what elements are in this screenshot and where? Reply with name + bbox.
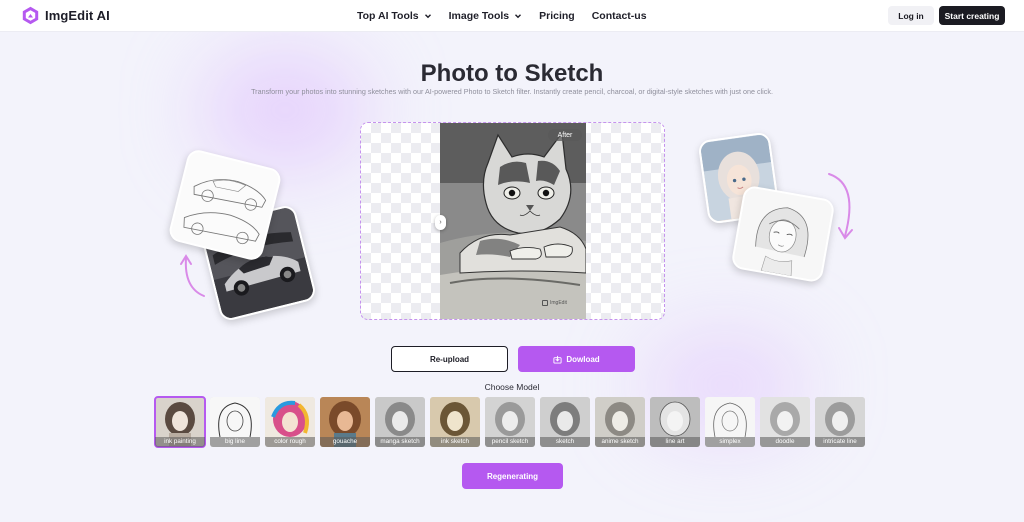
- download-icon: [553, 355, 562, 364]
- model-option-big-line[interactable]: big line: [210, 397, 260, 447]
- model-label: pencil sketch: [485, 437, 535, 447]
- regenerate-button[interactable]: Regenerating: [462, 463, 563, 489]
- model-label: ink sketch: [430, 437, 480, 447]
- login-button[interactable]: Log in: [888, 6, 934, 25]
- model-option-gouache[interactable]: gouache: [320, 397, 370, 447]
- menu-item-label: Pricing: [539, 10, 575, 22]
- chevron-down-icon: [424, 14, 431, 19]
- download-label: Dowload: [566, 354, 600, 364]
- menu-item-top-ai-tools[interactable]: Top AI Tools: [357, 10, 432, 22]
- model-label: doodle: [760, 437, 810, 447]
- top-nav: ImgEdit AI Top AI Tools Image Tools Pric…: [0, 0, 1024, 32]
- main-menu: Top AI Tools Image Tools Pricing Contact…: [357, 0, 647, 32]
- model-option-sketch[interactable]: sketch: [540, 397, 590, 447]
- model-label: big line: [210, 437, 260, 447]
- preview-compare-area[interactable]: After ImgEdit ›: [360, 122, 665, 320]
- model-label: simplex: [705, 437, 755, 447]
- menu-item-pricing[interactable]: Pricing: [539, 10, 575, 22]
- chevron-down-icon: [515, 14, 522, 19]
- model-list: ink painting big line color rough gouach…: [154, 396, 865, 448]
- model-label: anime sketch: [595, 437, 645, 447]
- choose-model-label: Choose Model: [484, 382, 540, 392]
- model-label: gouache: [320, 437, 370, 447]
- menu-item-contact-us[interactable]: Contact-us: [592, 10, 647, 22]
- page-title: Photo to Sketch: [420, 60, 604, 87]
- model-option-pencil-sketch[interactable]: pencil sketch: [485, 397, 535, 447]
- chevron-right-icon: ›: [439, 219, 442, 226]
- compare-slider-handle[interactable]: ›: [435, 215, 446, 230]
- model-label: color rough: [265, 437, 315, 447]
- model-option-color-rough[interactable]: color rough: [265, 397, 315, 447]
- model-label: manga sketch: [375, 437, 425, 447]
- logo-text: ImgEdit AI: [45, 8, 110, 23]
- result-image: [440, 123, 586, 319]
- curved-arrow-up-icon: [180, 254, 205, 297]
- logo[interactable]: ImgEdit AI: [22, 6, 110, 25]
- reupload-button[interactable]: Re-upload: [391, 346, 508, 372]
- curved-arrow-down-icon: [828, 173, 853, 240]
- download-button[interactable]: Dowload: [518, 346, 635, 372]
- model-label: ink painting: [155, 437, 205, 447]
- after-badge: After: [548, 129, 582, 141]
- model-label: intricate line: [815, 437, 865, 447]
- portrait-sketch-image: [732, 187, 834, 281]
- cat-sketch-image: [440, 123, 586, 319]
- model-label: sketch: [540, 437, 590, 447]
- model-option-manga-sketch[interactable]: manga sketch: [375, 397, 425, 447]
- model-option-ink-sketch[interactable]: ink sketch: [430, 397, 480, 447]
- model-label: line art: [650, 437, 700, 447]
- car-sketch-image: [169, 150, 281, 260]
- portrait-sketch-sample: [730, 184, 836, 284]
- watermark-logo-icon: [542, 300, 548, 306]
- menu-item-label: Image Tools: [448, 10, 510, 22]
- menu-item-label: Top AI Tools: [357, 10, 419, 22]
- model-option-anime-sketch[interactable]: anime sketch: [595, 397, 645, 447]
- model-option-ink-painting[interactable]: ink painting: [154, 396, 206, 448]
- watermark: ImgEdit: [542, 300, 567, 306]
- model-option-line-art[interactable]: line art: [650, 397, 700, 447]
- page-subtitle: Transform your photos into stunning sket…: [251, 87, 773, 96]
- watermark-text: ImgEdit: [550, 300, 567, 306]
- model-option-doodle[interactable]: doodle: [760, 397, 810, 447]
- menu-item-label: Contact-us: [591, 10, 647, 22]
- model-option-intricate-line[interactable]: intricate line: [815, 397, 865, 447]
- model-option-simplex[interactable]: simplex: [705, 397, 755, 447]
- start-creating-button[interactable]: Start creating: [939, 6, 1005, 25]
- menu-item-image-tools[interactable]: Image Tools: [449, 10, 522, 22]
- logo-icon: [22, 6, 39, 25]
